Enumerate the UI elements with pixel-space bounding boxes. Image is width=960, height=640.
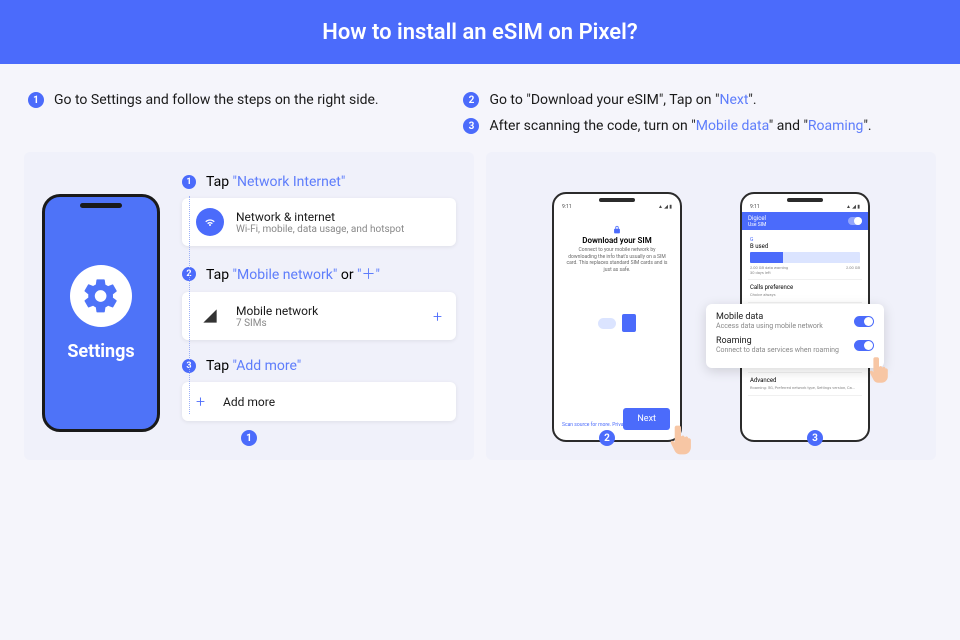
pointer-hand-icon xyxy=(866,354,892,386)
carrier-name: Digicel xyxy=(748,215,766,222)
card-mobile-network[interactable]: Mobile network 7 SIMs + xyxy=(182,292,456,340)
substep-3: 3 Tap "Add more" + Add more xyxy=(182,358,456,421)
status-bar: 9:11▲ ◢ ▮ xyxy=(562,204,672,210)
panel-2-3: 9:11▲ ◢ ▮ Download your SIM Connect to y… xyxy=(486,152,936,460)
panel-number-badge: 1 xyxy=(241,430,257,446)
substep-1: 1 Tap "Network Internet" Network & inter… xyxy=(182,174,456,246)
data-usage-meter xyxy=(750,252,860,263)
step-text: After scanning the code, turn on "Mobile… xyxy=(489,118,871,134)
plus-icon: + xyxy=(196,392,205,411)
advanced-row[interactable]: AdvancedRoaming: 5G, Preferred network t… xyxy=(748,373,862,396)
card-title: Network & internet xyxy=(236,210,404,224)
step-badge: 3 xyxy=(463,118,479,134)
download-sim-title: Download your SIM xyxy=(554,236,680,245)
phone-mock-download-sim: 9:11▲ ◢ ▮ Download your SIM Connect to y… xyxy=(552,192,682,442)
summary-step-3: 3 After scanning the code, turn on "Mobi… xyxy=(463,118,932,134)
mobile-data-title: Mobile data xyxy=(716,312,823,322)
card-title: Mobile network xyxy=(236,304,318,318)
summary-step-1: 1 Go to Settings and follow the steps on… xyxy=(28,92,435,108)
highlight-next: Next xyxy=(719,92,748,108)
summary-left: 1 Go to Settings and follow the steps on… xyxy=(28,92,435,134)
use-sim-toggle[interactable] xyxy=(848,217,862,225)
substeps-list: 1 Tap "Network Internet" Network & inter… xyxy=(182,174,456,442)
highlight-roaming: Roaming xyxy=(808,118,864,134)
use-sim-label: Use SIM xyxy=(748,222,766,228)
summary-right: 2 Go to "Download your eSIM", Tap on "Ne… xyxy=(463,92,932,134)
gear-icon xyxy=(70,265,132,327)
roaming-toggle[interactable] xyxy=(854,340,874,351)
toggles-overlay: Mobile data Access data using mobile net… xyxy=(706,304,884,368)
panel-number-badge: 2 xyxy=(599,430,615,446)
plus-icon[interactable]: + xyxy=(433,307,442,326)
summary-step-2: 2 Go to "Download your eSIM", Tap on "Ne… xyxy=(463,92,932,108)
card-subtitle: 7 SIMs xyxy=(236,318,318,329)
mobile-data-toggle[interactable] xyxy=(854,316,874,327)
cloud-sim-graphic xyxy=(598,314,636,332)
panel-footer-badges: 2 3 xyxy=(486,430,936,446)
roaming-title: Roaming xyxy=(716,336,839,346)
download-sim-desc: Connect to your mobile network by downlo… xyxy=(554,245,680,275)
panel-1: Settings 1 Tap "Network Internet" Networ… xyxy=(24,152,474,460)
status-bar: 9:11▲ ◢ ▮ xyxy=(750,204,860,210)
instruction-summary: 1 Go to Settings and follow the steps on… xyxy=(0,64,960,152)
dotted-connector xyxy=(189,196,190,414)
card-subtitle: Wi-Fi, mobile, data usage, and hotspot xyxy=(236,224,404,235)
carrier-header: Digicel Use SIM xyxy=(742,212,868,230)
phone-mock-settings: Settings xyxy=(42,194,160,432)
page-header: How to install an eSIM on Pixel? xyxy=(0,0,960,64)
panels-row: Settings 1 Tap "Network Internet" Networ… xyxy=(0,152,960,460)
mobile-data-row[interactable]: Mobile data Access data using mobile net… xyxy=(716,312,874,330)
mobile-data-sub: Access data using mobile network xyxy=(716,322,823,330)
phone-label: Settings xyxy=(67,341,134,362)
step-text: Go to Settings and follow the steps on t… xyxy=(54,92,379,108)
next-button[interactable]: Next xyxy=(623,408,670,430)
highlight-mobile-data: Mobile data xyxy=(696,118,769,134)
phone-mock-sim-settings: 9:11▲ ◢ ▮ Digicel Use SIM GB used 2.00 G… xyxy=(740,192,870,442)
card-add-more[interactable]: + Add more xyxy=(182,382,456,421)
step-text: Go to "Download your eSIM", Tap on "Next… xyxy=(489,92,756,108)
page-title: How to install an eSIM on Pixel? xyxy=(322,20,637,45)
panel-footer-badge: 1 xyxy=(24,430,474,446)
substep-2: 2 Tap "Mobile network" or "＋" Mobile net… xyxy=(182,264,456,340)
lock-icon xyxy=(612,220,622,230)
step-badge: 2 xyxy=(463,92,479,108)
signal-icon xyxy=(196,302,224,330)
step-badge: 1 xyxy=(182,175,196,189)
panel-number-badge: 3 xyxy=(807,430,823,446)
card-title: Add more xyxy=(223,395,275,409)
step-badge: 1 xyxy=(28,92,44,108)
card-network-internet[interactable]: Network & internet Wi-Fi, mobile, data u… xyxy=(182,198,456,246)
roaming-sub: Connect to data services when roaming xyxy=(716,346,839,354)
roaming-row[interactable]: Roaming Connect to data services when ro… xyxy=(716,336,874,354)
wifi-icon xyxy=(196,208,224,236)
calls-preference-row[interactable]: Calls preferenceChoice always xyxy=(748,280,862,303)
